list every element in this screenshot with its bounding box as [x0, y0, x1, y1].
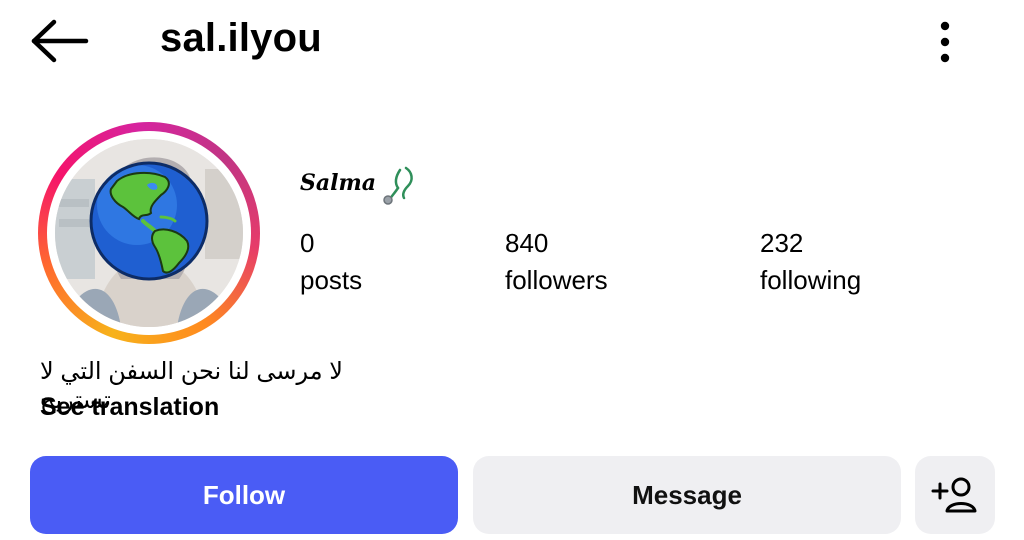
- more-options-button[interactable]: [930, 18, 960, 66]
- more-vertical-icon: [940, 21, 950, 63]
- followers-label: followers: [505, 265, 608, 295]
- profile-username: sal.ilyou: [160, 16, 322, 60]
- person-add-icon: [931, 477, 977, 513]
- followers-count: 840: [505, 228, 549, 258]
- follow-button[interactable]: Follow: [30, 456, 458, 534]
- stethoscope-icon: [380, 166, 418, 206]
- suggested-people-button[interactable]: [915, 456, 995, 534]
- back-button[interactable]: [28, 18, 90, 64]
- message-button[interactable]: Message: [473, 456, 901, 534]
- display-name: Salma: [300, 170, 377, 196]
- following-count: 232: [760, 228, 804, 258]
- stat-followers[interactable]: 840 followers: [505, 228, 608, 296]
- globe-americas-icon: [89, 161, 209, 281]
- stat-posts[interactable]: 0 posts: [300, 228, 362, 296]
- stat-following[interactable]: 232 following: [760, 228, 861, 296]
- see-translation-link[interactable]: See translation: [40, 393, 219, 422]
- following-label: following: [760, 265, 862, 295]
- posts-count: 0: [300, 228, 315, 258]
- posts-label: posts: [300, 265, 363, 295]
- avatar[interactable]: [55, 139, 243, 327]
- arrow-left-icon: [31, 19, 89, 63]
